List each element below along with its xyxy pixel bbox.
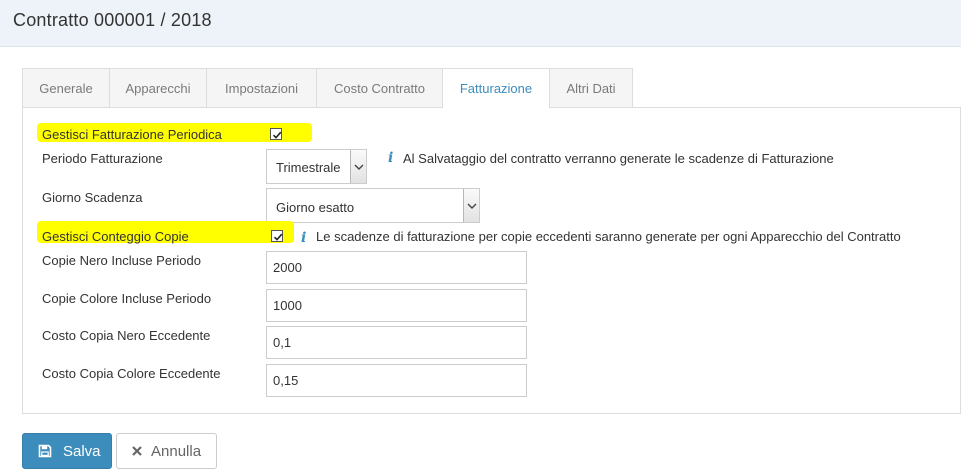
giorno-scadenza-label: Giorno Scadenza: [42, 190, 143, 205]
page-header: Contratto 000001 / 2018: [0, 0, 961, 47]
cancel-label: Annulla: [151, 442, 202, 460]
periodo-fatturazione-select[interactable]: Trimestrale: [266, 149, 367, 184]
gestisci-conteggio-checkbox[interactable]: [271, 230, 283, 242]
tab-label: Apparecchi: [125, 80, 191, 96]
checkmark-icon: [272, 131, 282, 139]
info-icon: i: [388, 150, 394, 166]
tab-altri-dati[interactable]: Altri Dati: [549, 68, 633, 107]
periodo-fatturazione-label: Periodo Fatturazione: [42, 151, 163, 166]
tab-label: Costo Contratto: [333, 80, 426, 96]
tab-generale[interactable]: Generale: [22, 68, 110, 107]
floppy-disk-icon: [38, 444, 52, 458]
copie-nero-input[interactable]: 2000: [266, 251, 527, 284]
costo-nero-input[interactable]: 0,1: [266, 326, 527, 359]
tab-fatturazione[interactable]: Fatturazione: [442, 68, 550, 108]
cancel-button[interactable]: Annulla: [116, 433, 217, 469]
tab-apparecchi[interactable]: Apparecchi: [109, 68, 207, 107]
tab-label: Fatturazione: [459, 81, 533, 96]
copie-colore-label: Copie Colore Incluse Periodo: [42, 291, 212, 306]
tab-label: Impostazioni: [225, 80, 298, 96]
costo-colore-input[interactable]: 0,15: [266, 364, 527, 397]
costo-colore-label: Costo Copia Colore Eccedente: [42, 366, 221, 381]
gestisci-conteggio-label: Gestisci Conteggio Copie: [42, 229, 189, 244]
save-label: Salva: [63, 442, 101, 460]
tab-label: Altri Dati: [566, 80, 616, 96]
copie-nero-label: Copie Nero Incluse Periodo: [42, 253, 201, 268]
tab-content-fatturazione: Gestisci Fatturazione Periodica Periodo …: [22, 107, 961, 414]
select-value: Trimestrale: [276, 160, 341, 175]
contract-panel: Generale Apparecchi Impostazioni Costo C…: [22, 68, 961, 414]
close-icon: [132, 446, 142, 456]
costo-nero-label: Costo Copia Nero Eccedente: [42, 328, 211, 343]
save-button[interactable]: Salva: [22, 433, 112, 469]
gestisci-fatturazione-checkbox[interactable]: [270, 128, 282, 140]
tab-costo-contratto[interactable]: Costo Contratto: [316, 68, 443, 107]
periodo-info-text: Al Salvataggio del contratto verranno ge…: [403, 151, 834, 166]
gestisci-fatturazione-label: Gestisci Fatturazione Periodica: [42, 127, 222, 142]
conteggio-info-text: Le scadenze di fatturazione per copie ec…: [316, 229, 901, 244]
tab-bar: Generale Apparecchi Impostazioni Costo C…: [22, 68, 961, 108]
chevron-down-icon[interactable]: [463, 189, 479, 222]
info-icon: i: [301, 230, 307, 246]
page-title: Contratto 000001 / 2018: [13, 10, 212, 30]
tab-impostazioni[interactable]: Impostazioni: [206, 68, 317, 107]
copie-colore-input[interactable]: 1000: [266, 289, 527, 322]
select-value: Giorno esatto: [276, 200, 355, 215]
chevron-down-icon[interactable]: [350, 150, 366, 183]
giorno-scadenza-select[interactable]: Giorno esatto: [266, 188, 480, 223]
checkmark-icon: [273, 233, 283, 241]
tab-label: Generale: [39, 80, 93, 96]
